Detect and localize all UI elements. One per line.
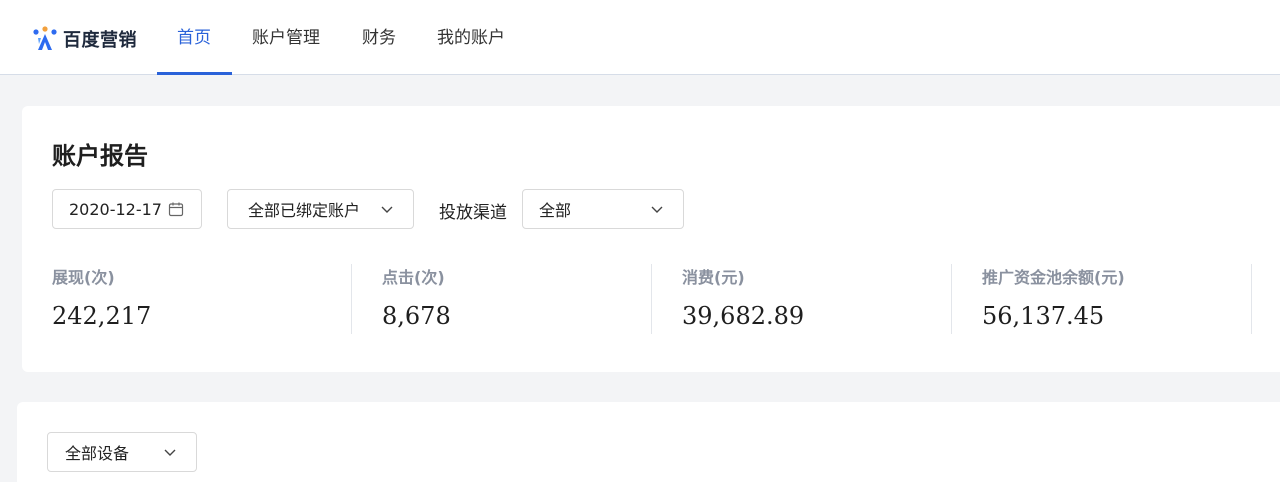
account-report-card: 账户报告 2020-12-17 全部已绑定账户 投放渠道 全部 展现(次) 24… — [22, 106, 1280, 372]
device-select[interactable]: 全部设备 — [47, 432, 197, 472]
metric-value: 8,678 — [382, 302, 451, 330]
metric-value: 56,137.45 — [982, 302, 1105, 330]
metric-divider — [1251, 264, 1252, 334]
account-select[interactable]: 全部已绑定账户 — [227, 189, 414, 229]
device-report-card: 全部设备 — [17, 402, 1280, 482]
channel-select[interactable]: 全部 — [522, 189, 684, 229]
nav-active-indicator — [157, 72, 232, 75]
top-nav: 百度营销 首页 账户管理 财务 我的账户 — [0, 0, 1280, 75]
metric-divider — [351, 264, 352, 334]
brand-logo[interactable]: 百度营销 — [32, 26, 137, 52]
nav-my-account[interactable]: 我的账户 — [437, 0, 505, 75]
metric-label: 消费(元) — [682, 268, 745, 287]
metric-divider — [951, 264, 952, 334]
metric-label: 展现(次) — [52, 268, 115, 287]
brand-name: 百度营销 — [63, 30, 137, 51]
date-picker[interactable]: 2020-12-17 — [52, 189, 202, 229]
metric-label: 点击(次) — [382, 268, 445, 287]
account-select-value: 全部已绑定账户 — [248, 201, 361, 220]
device-select-value: 全部设备 — [65, 444, 130, 463]
baidu-marketing-logo-icon — [32, 26, 58, 52]
metric-divider — [651, 264, 652, 334]
date-picker-value: 2020-12-17 — [69, 199, 162, 219]
metric-label: 推广资金池余额(元) — [982, 268, 1125, 287]
nav-account-management[interactable]: 账户管理 — [252, 0, 320, 75]
metric-value: 242,217 — [52, 302, 152, 330]
page-title: 账户报告 — [52, 142, 148, 170]
metric-value: 39,682.89 — [682, 302, 805, 330]
nav-finance[interactable]: 财务 — [362, 0, 396, 75]
channel-select-value: 全部 — [539, 201, 572, 220]
nav-home[interactable]: 首页 — [177, 0, 211, 75]
channel-label: 投放渠道 — [439, 203, 507, 223]
